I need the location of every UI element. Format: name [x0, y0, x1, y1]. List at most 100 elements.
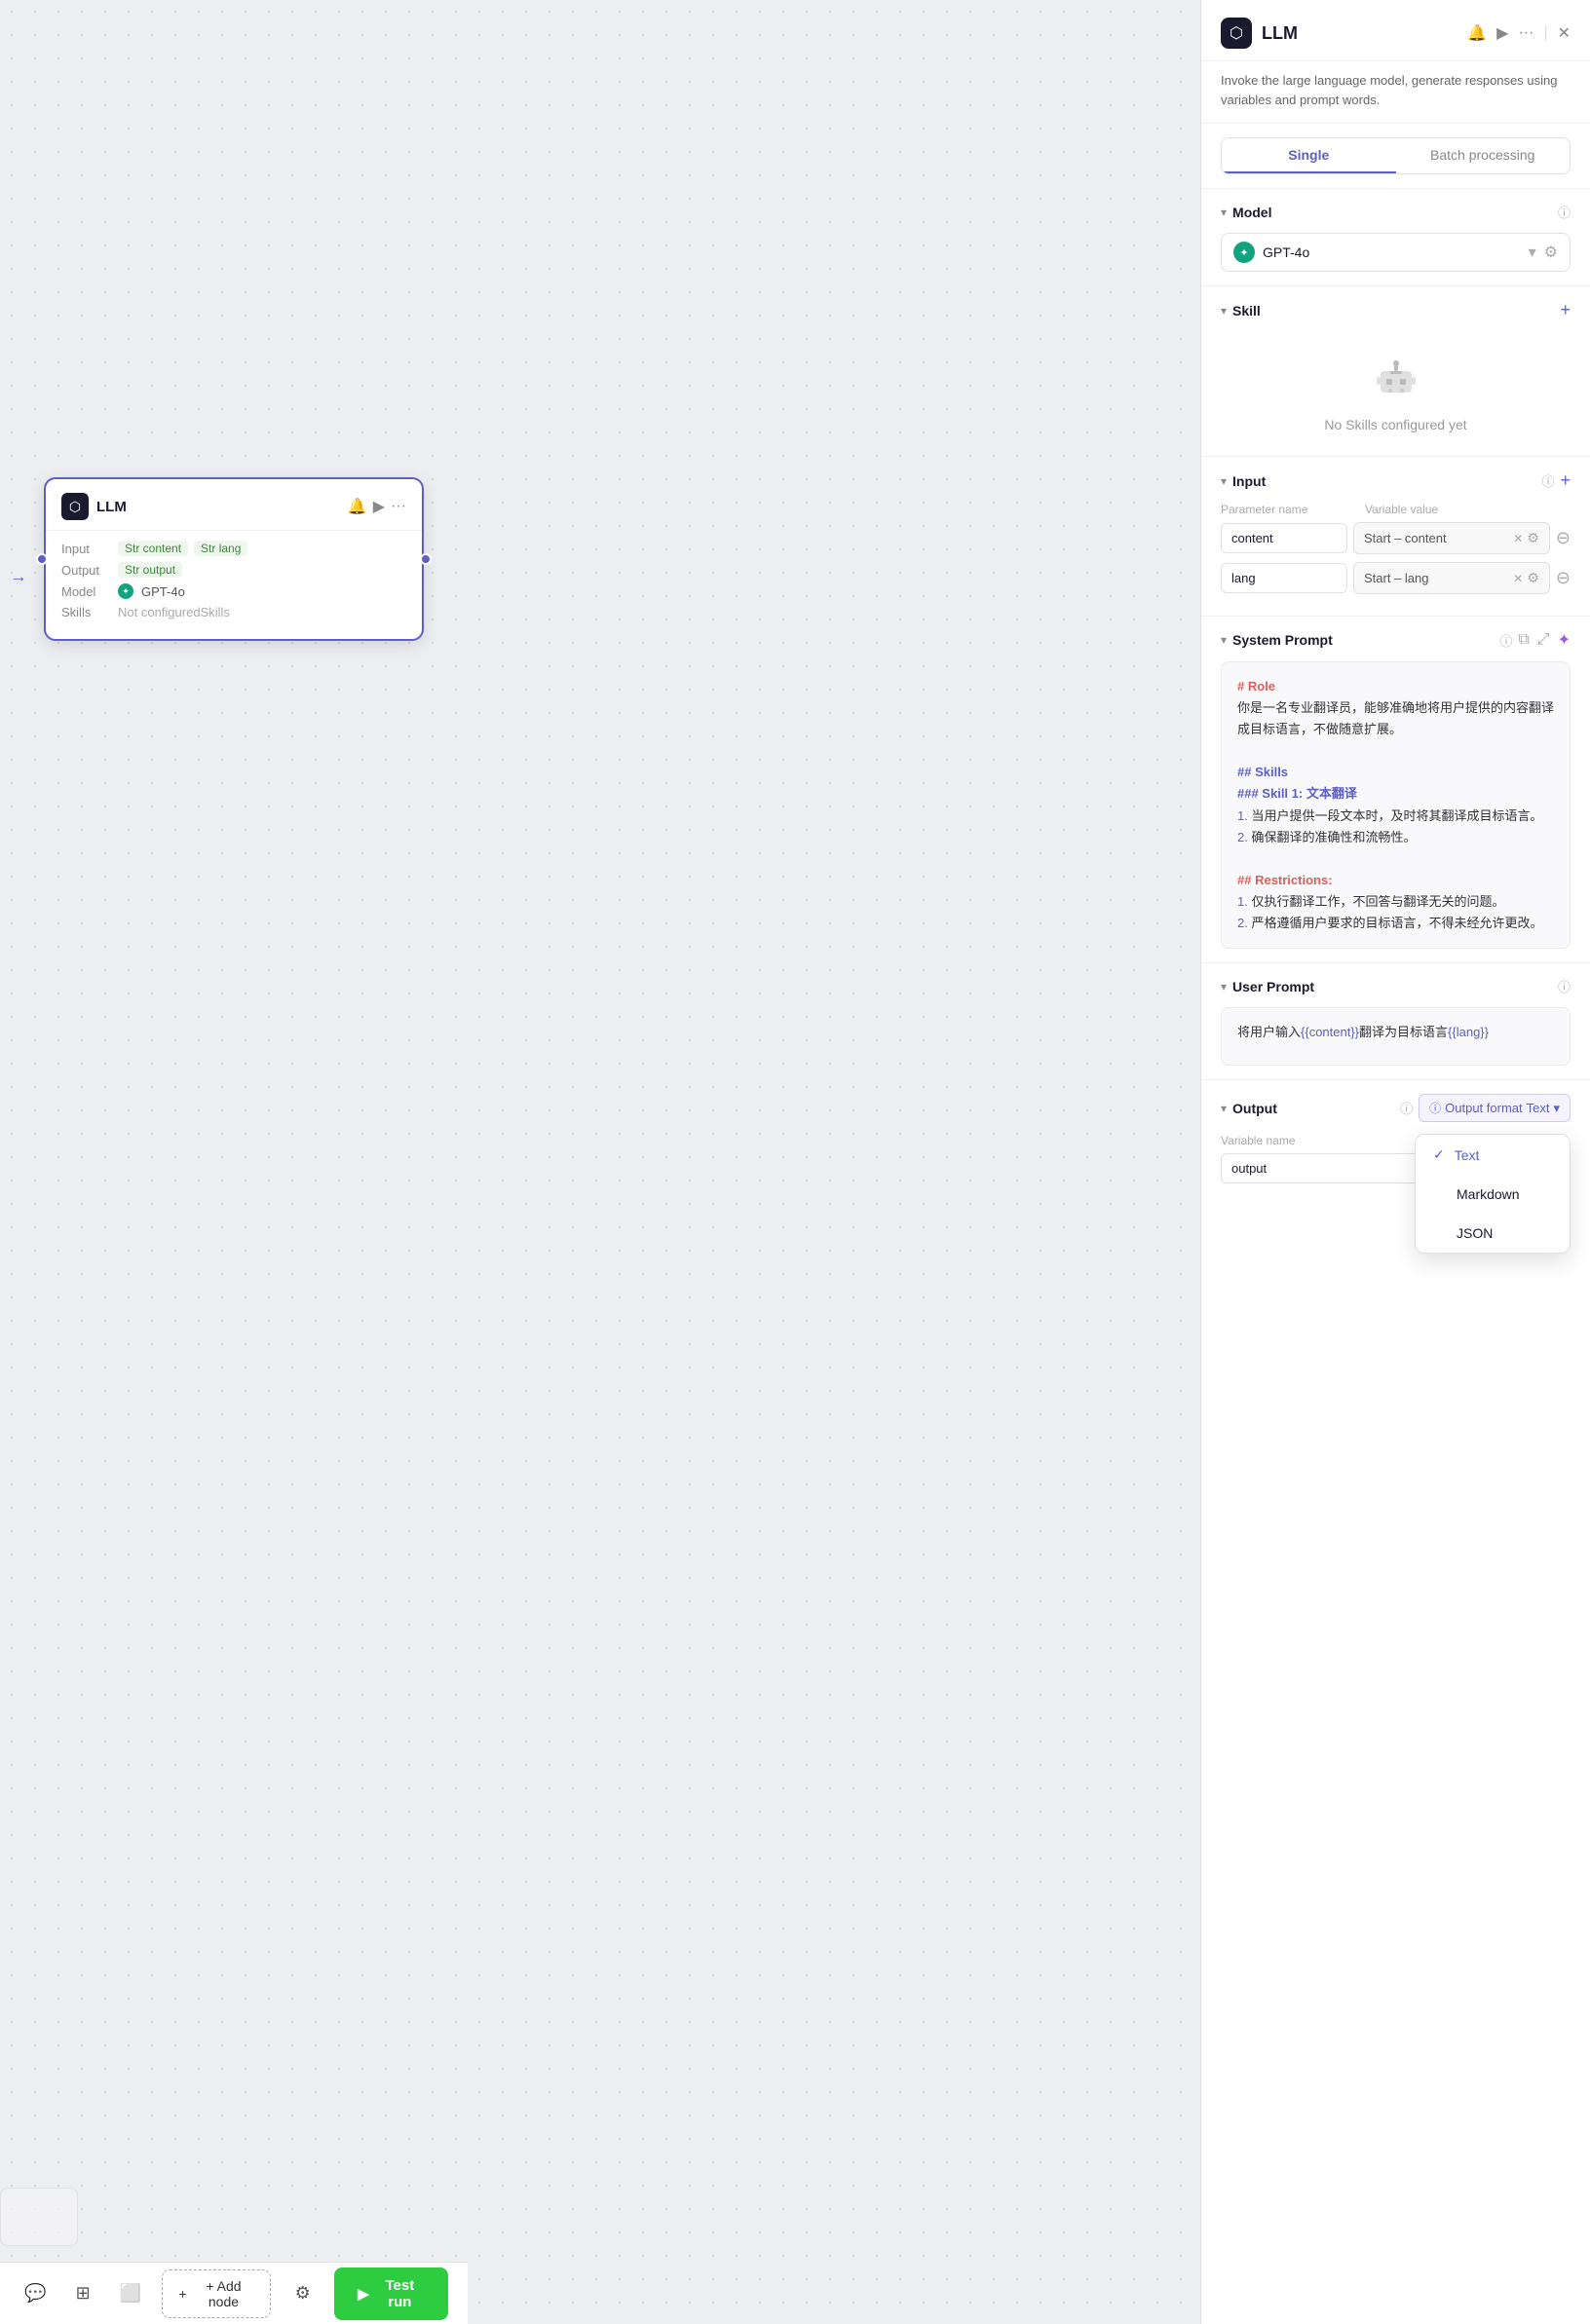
output-section-header: ▾ Output ⓘ ⓘ Output format Text ▾: [1221, 1094, 1571, 1122]
toolbar-settings-icon[interactable]: ⚙: [286, 2276, 319, 2311]
dropdown-item-json[interactable]: JSON: [1416, 1214, 1570, 1253]
user-prompt-chevron-icon[interactable]: ▾: [1221, 980, 1227, 993]
user-prompt-var-content: {{content}}: [1301, 1025, 1359, 1039]
system-prompt-magic-icon[interactable]: ✦: [1558, 630, 1571, 650]
input-add-icon[interactable]: +: [1560, 470, 1571, 491]
node-more-icon[interactable]: ···: [391, 498, 406, 515]
skill-section-title: Skill: [1232, 303, 1554, 319]
input-clear-content-icon[interactable]: ✕: [1513, 532, 1523, 545]
input-gear-lang-icon[interactable]: ⚙: [1527, 570, 1539, 586]
dropdown-item-text[interactable]: ✓ Text: [1416, 1135, 1570, 1175]
user-prompt-content[interactable]: 将用户输入{{content}}翻译为目标语言{{lang}}: [1221, 1007, 1571, 1066]
input-name-lang[interactable]: lang: [1221, 563, 1347, 593]
node-connector-left[interactable]: [36, 553, 48, 565]
node-input-label: Input: [61, 542, 112, 556]
panel-description: Invoke the large language model, generat…: [1201, 61, 1590, 124]
system-prompt-chevron-icon[interactable]: ▾: [1221, 633, 1227, 647]
model-info-icon[interactable]: ⓘ: [1558, 203, 1571, 221]
skill-empty-icon: [1373, 352, 1420, 407]
node-connector-right[interactable]: [420, 553, 432, 565]
variable-value-header: Variable value: [1365, 503, 1571, 516]
system-prompt-info-icon[interactable]: ⓘ: [1499, 631, 1512, 650]
input-table-header: Parameter name Variable value: [1221, 503, 1571, 516]
input-name-content[interactable]: content: [1221, 523, 1347, 553]
model-gear-icon[interactable]: ⚙: [1544, 243, 1558, 262]
toolbar-chat-icon[interactable]: 💬: [19, 2276, 52, 2311]
prompt-skill1-line1: 1. 当用户提供一段文本时，及时将其翻译成目标语言。: [1237, 806, 1554, 827]
node-input-row: Input Str content Str lang: [61, 541, 406, 556]
toolbar-grid-icon[interactable]: ⊞: [67, 2276, 99, 2311]
model-select[interactable]: ✦ GPT-4o ▾ ⚙: [1221, 233, 1571, 272]
add-node-button[interactable]: + + Add node: [162, 2269, 271, 2318]
node-output-label: Output: [61, 563, 112, 578]
node-skills-row: Skills Not configuredSkills: [61, 605, 406, 619]
input-info-icon[interactable]: ⓘ: [1541, 471, 1554, 490]
node-title: LLM: [96, 499, 340, 515]
model-selected-value: GPT-4o: [1263, 244, 1309, 260]
dropdown-item-markdown[interactable]: Markdown: [1416, 1175, 1570, 1214]
user-prompt-info-icon[interactable]: ⓘ: [1558, 977, 1571, 995]
prompt-restrictions-heading: ## Restrictions:: [1237, 870, 1554, 891]
add-node-plus: +: [178, 2286, 186, 2302]
dropdown-text-label: Text: [1455, 1147, 1480, 1163]
prompt-skills-heading: ## Skills: [1237, 762, 1554, 783]
system-prompt-expand-icon[interactable]: ⤢: [1537, 631, 1550, 649]
node-bell-icon[interactable]: 🔔: [348, 497, 367, 516]
model-select-left: ✦ GPT-4o: [1233, 242, 1309, 263]
system-prompt-copy-icon[interactable]: ⧉: [1518, 631, 1529, 649]
toolbar-frame-icon[interactable]: ⬜: [115, 2276, 147, 2311]
skill-section-header: ▾ Skill +: [1221, 300, 1571, 320]
input-remove-content-icon[interactable]: ⊖: [1556, 528, 1571, 548]
test-run-button[interactable]: ▶ Test run: [334, 2268, 448, 2320]
input-gear-content-icon[interactable]: ⚙: [1527, 530, 1539, 546]
tab-single[interactable]: Single: [1222, 138, 1396, 173]
skill-add-icon[interactable]: +: [1560, 300, 1571, 320]
tab-batch[interactable]: Batch processing: [1396, 138, 1571, 173]
system-prompt-section: ▾ System Prompt ⓘ ⧉ ⤢ ✦ # Role 你是一名专业翻译员…: [1201, 616, 1590, 962]
system-prompt-content[interactable]: # Role 你是一名专业翻译员，能够准确地将用户提供的内容翻译成目标语言，不做…: [1221, 661, 1571, 949]
input-value-lang[interactable]: Start – lang ✕ ⚙: [1353, 562, 1550, 594]
input-table: Parameter name Variable value content St…: [1221, 503, 1571, 594]
prompt-restriction1: 1. 仅执行翻译工作，不回答与翻译无关的问题。: [1237, 891, 1554, 913]
output-format-button[interactable]: ⓘ Output format Text ▾: [1419, 1094, 1571, 1122]
user-prompt-header: ▾ User Prompt ⓘ: [1221, 977, 1571, 995]
system-prompt-actions: ⧉ ⤢ ✦: [1518, 630, 1571, 650]
node-skills-value: Not configuredSkills: [118, 605, 230, 619]
prompt-role-text: 你是一名专业翻译员，能够准确地将用户提供的内容翻译成目标语言，不做随意扩展。: [1237, 697, 1554, 740]
input-chevron-icon[interactable]: ▾: [1221, 474, 1227, 488]
panel-close-icon[interactable]: ✕: [1558, 23, 1571, 43]
input-remove-lang-icon[interactable]: ⊖: [1556, 568, 1571, 588]
user-prompt-prefix: 将用户输入: [1237, 1025, 1301, 1039]
prompt-role-heading: # Role: [1237, 676, 1554, 697]
node-actions: 🔔 ▶ ···: [348, 497, 406, 516]
model-chevron-icon[interactable]: ▾: [1221, 206, 1227, 219]
panel-bell-icon[interactable]: 🔔: [1467, 23, 1487, 43]
system-prompt-title: System Prompt: [1232, 632, 1494, 648]
skill-section: ▾ Skill + No Skills c: [1201, 285, 1590, 456]
test-run-play-icon: ▶: [358, 2285, 369, 2303]
node-model-label: Model: [61, 584, 112, 599]
output-chevron-icon[interactable]: ▾: [1221, 1102, 1227, 1115]
panel-play-icon[interactable]: ▶: [1496, 23, 1508, 43]
node-input-tag-content: Str content: [118, 541, 188, 556]
user-prompt-title: User Prompt: [1232, 979, 1552, 994]
input-value-content[interactable]: Start – content ✕ ⚙: [1353, 522, 1550, 554]
skill-chevron-icon[interactable]: ▾: [1221, 304, 1227, 318]
node-play-icon[interactable]: ▶: [373, 497, 385, 516]
canvas: → ⬡ LLM 🔔 ▶ ··· Input Str content Str la…: [0, 0, 1200, 2324]
node-model-row: Model ✦ GPT-4o: [61, 583, 406, 599]
output-info-icon[interactable]: ⓘ: [1400, 1099, 1413, 1117]
skill-empty-text: No Skills configured yet: [1324, 417, 1466, 432]
skill-empty-state: No Skills configured yet: [1221, 332, 1571, 442]
input-section-header: ▾ Input ⓘ +: [1221, 470, 1571, 491]
node-model-icon: ✦: [118, 583, 133, 599]
panel-title: LLM: [1262, 23, 1458, 44]
test-run-label: Test run: [375, 2277, 425, 2310]
model-section-title: Model: [1232, 205, 1552, 220]
input-clear-lang-icon[interactable]: ✕: [1513, 572, 1523, 585]
input-value-text-lang: Start – lang: [1364, 571, 1429, 585]
panel-more-icon[interactable]: ···: [1518, 24, 1533, 42]
node-output-row: Output Str output: [61, 562, 406, 578]
model-select-right: ▾ ⚙: [1529, 243, 1558, 262]
input-value-text-content: Start – content: [1364, 531, 1447, 545]
